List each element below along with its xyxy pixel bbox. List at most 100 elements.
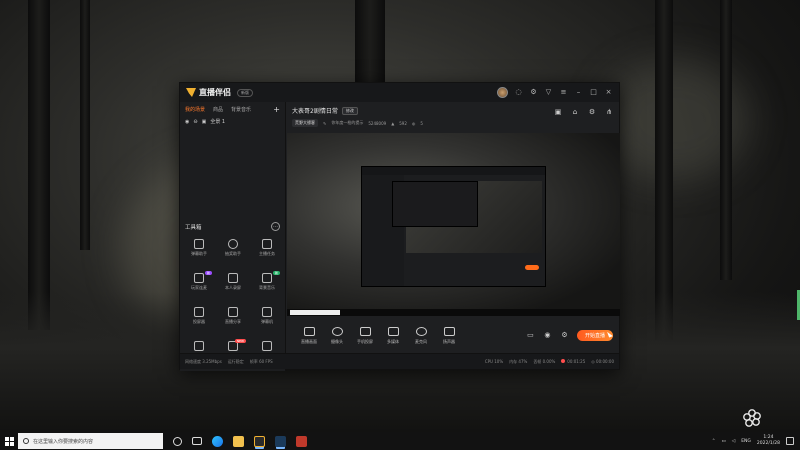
app-window: 直播伴侣 新版 ◌ ⚙ ▽ ≡ – □ × 我的场景 商品 背景音乐 + ◉ ⊖… [179, 82, 621, 371]
share-icon[interactable]: ⋔ [605, 108, 613, 116]
status-cpu: CPU 10% [484, 359, 504, 364]
tool-label: 弹幕助手 [191, 251, 207, 256]
chevron-up-icon[interactable]: ⌃ [712, 439, 716, 444]
chat-icon[interactable]: ◌ [514, 88, 523, 97]
heat-icon: ▲ [391, 120, 395, 126]
livestream-app-icon[interactable] [254, 435, 265, 447]
download-icon [262, 341, 272, 351]
control-media[interactable]: 多媒体 [379, 326, 407, 345]
tool-item[interactable]: 抽奖助手 [216, 239, 250, 267]
control-screen[interactable]: 直播画面 [295, 326, 323, 345]
eye-icon[interactable]: ◉ [185, 119, 189, 125]
settings-icon[interactable]: ⚙ [560, 331, 569, 340]
language-indicator[interactable]: ENG [741, 439, 751, 444]
shop-icon[interactable]: ⌂ [571, 108, 579, 116]
tool-item[interactable]: 新玩家连麦 [182, 271, 216, 301]
file-explorer-icon[interactable] [233, 435, 244, 447]
task-view-icon[interactable] [192, 437, 202, 445]
tool-label: 直播分享 [225, 319, 241, 324]
tool-item[interactable]: 新背景音乐 [250, 271, 284, 301]
eye-icon[interactable]: ◉ [543, 331, 552, 340]
network-icon[interactable]: ▭ [721, 439, 725, 444]
source-controls: 直播画面 摄像头 手机投屏 多媒体 麦克风 扬声器 ▭ ◉ ⚙ 开始直播 [287, 316, 621, 355]
gear-icon[interactable]: ⚙ [588, 108, 596, 116]
video-icon[interactable]: ▭ [526, 331, 535, 340]
more-icon[interactable]: … [271, 222, 280, 231]
tab-bgm[interactable]: 背景音乐 [231, 106, 251, 113]
user-avatar[interactable] [497, 87, 508, 98]
link-mic-icon [194, 273, 204, 283]
gift-icon[interactable]: ▣ [554, 108, 562, 116]
tab-my-scenes[interactable]: 我的场景 [185, 106, 205, 113]
control-label: 手机投屏 [357, 338, 373, 344]
tool-item[interactable]: 直播分享 [216, 307, 250, 335]
tool-label: 本人录屏 [225, 285, 241, 290]
cast-icon [194, 307, 204, 317]
toolbox-header: 工具箱 … [180, 222, 285, 231]
red-app-icon[interactable] [296, 435, 307, 447]
minimize-icon[interactable]: – [574, 88, 583, 97]
microphone-icon [415, 326, 427, 336]
filter-icon[interactable]: ▽ [544, 88, 553, 97]
tab-products[interactable]: 商品 [213, 106, 223, 113]
elapsed-time: 00:01:25 [561, 359, 585, 364]
taskbar-search[interactable]: 在这里输入你要搜索的内容 [18, 433, 163, 449]
edge-icon[interactable] [212, 435, 223, 447]
download-icon [228, 273, 238, 283]
status-stability: 运行稳定 [227, 358, 244, 364]
music-icon [262, 273, 272, 283]
category-selector[interactable]: 荒野大镖客 [292, 119, 318, 127]
control-microphone[interactable]: 麦克风 [407, 326, 435, 345]
control-label: 摄像头 [331, 338, 343, 344]
tool-label: 主播任务 [259, 251, 275, 256]
control-label: 扬声器 [443, 338, 455, 344]
os-taskbar: 在这里输入你要搜索的内容 ⌃ ▭ ◁ ENG 1:24 2022/1/28 [0, 432, 800, 450]
add-scene-icon[interactable]: + [273, 105, 280, 114]
nested-window-preview [361, 166, 546, 287]
app-logo-icon [186, 88, 196, 97]
fans-count: 5 [420, 120, 423, 126]
tool-label: 投屏器 [193, 319, 205, 324]
control-camera[interactable]: 摄像头 [323, 326, 351, 345]
tool-item[interactable]: 主播任务 [250, 239, 284, 267]
room-title: 大表哥2剧情日常 [292, 108, 338, 115]
tool-label: 弹幕机 [261, 319, 273, 324]
control-phone-cast[interactable]: 手机投屏 [351, 326, 379, 345]
settings-icon[interactable]: ⚙ [529, 88, 538, 97]
menu-icon[interactable]: ≡ [559, 88, 568, 97]
left-panel: 我的场景 商品 背景音乐 + ◉ ⊖ ▣ 全景 1 工具箱 … 弹幕助手 抽奖助… [180, 102, 286, 371]
scene-name: 全景 1 [210, 119, 226, 125]
tool-item[interactable]: 弹幕助手 [182, 239, 216, 267]
tool-item[interactable]: 本人录屏 [216, 273, 250, 301]
desktop-app-logo-icon[interactable] [742, 408, 762, 428]
status-fps: 帧率 60 FPS [249, 358, 273, 364]
media-icon [387, 326, 399, 336]
layer-icon: ▣ [201, 118, 207, 125]
start-button[interactable] [0, 432, 18, 450]
scene-item[interactable]: ◉ ⊖ ▣ 全景 1 [180, 116, 285, 127]
close-icon[interactable]: × [604, 88, 613, 97]
cortana-icon[interactable] [173, 436, 182, 446]
lock-icon[interactable]: ⊖ [193, 119, 197, 125]
clock[interactable]: 1:24 2022/1/28 [757, 435, 780, 447]
live-preview[interactable] [287, 133, 620, 316]
danmu-machine-icon [262, 307, 272, 317]
tool-label: 背景音乐 [259, 285, 275, 290]
tool-item[interactable]: 弹幕机 [250, 307, 284, 335]
app-version-badge[interactable]: 新版 [237, 88, 253, 97]
steam-icon[interactable] [275, 435, 286, 447]
notification-icon[interactable] [786, 437, 794, 445]
status-memory: 内存 47% [509, 358, 528, 364]
pencil-icon[interactable]: ✎ [323, 121, 326, 126]
tool-item[interactable]: 投屏器 [182, 307, 216, 335]
control-speaker[interactable]: 扬声器 [435, 326, 463, 345]
new-badge: NEW [234, 339, 246, 343]
record-time: ◎ 00:00:00 [591, 359, 614, 364]
app-name: 直播伴侣 [199, 88, 231, 97]
edit-title-button[interactable]: 修改 [341, 106, 358, 115]
control-label: 多媒体 [387, 338, 399, 344]
speaker-icon [443, 326, 455, 336]
volume-icon[interactable]: ◁ [732, 439, 735, 444]
maximize-icon[interactable]: □ [589, 88, 598, 97]
elapsed-time-value: 00:01:25 [567, 359, 586, 364]
